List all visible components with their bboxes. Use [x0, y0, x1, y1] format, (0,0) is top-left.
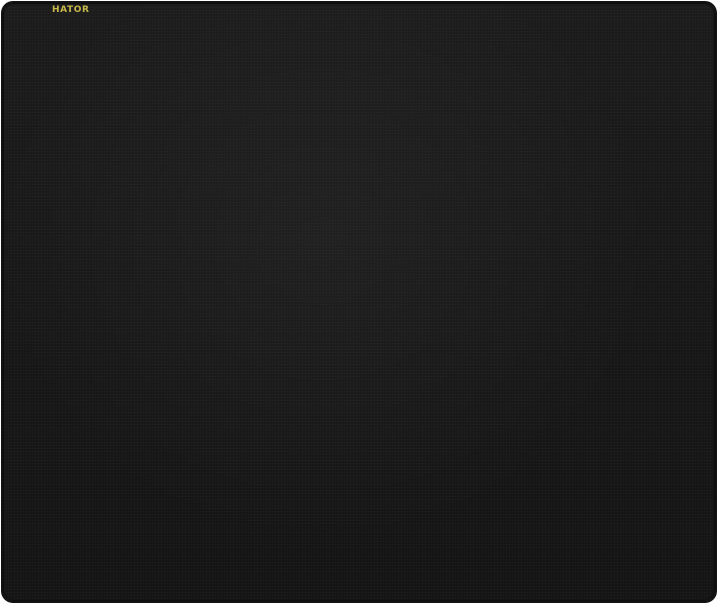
mousepad-stitched-edge	[3, 3, 715, 601]
brand-logo: HATOR	[52, 5, 90, 15]
mousepad: HATOR	[1, 1, 717, 603]
